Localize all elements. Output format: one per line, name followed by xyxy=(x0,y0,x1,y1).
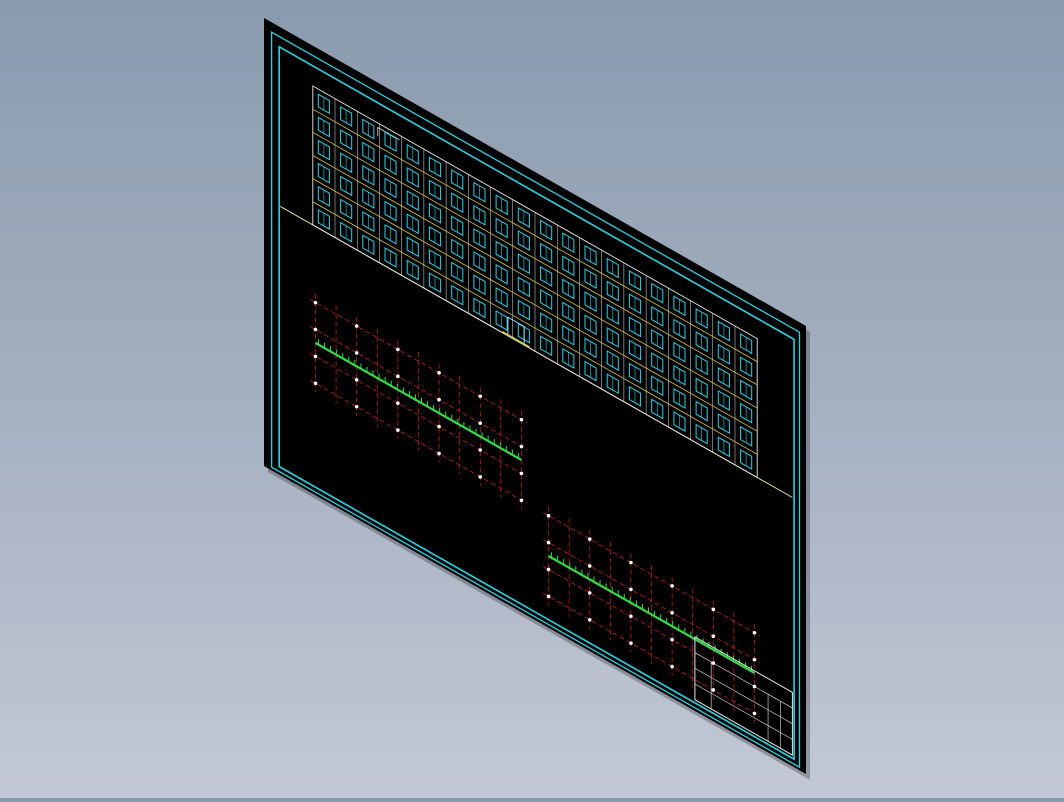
grid-node xyxy=(396,374,400,379)
grid-node xyxy=(711,607,716,612)
grid-node xyxy=(478,421,483,425)
grid-node xyxy=(519,498,524,503)
grid-node xyxy=(437,371,441,375)
grid-node xyxy=(437,397,441,402)
grid-node xyxy=(752,711,757,716)
grid-node xyxy=(629,587,633,592)
grid-node xyxy=(519,471,524,476)
grid-node xyxy=(396,347,400,352)
grid-node xyxy=(546,513,551,518)
grid-node xyxy=(478,448,483,452)
grid-node xyxy=(354,377,359,382)
grid-node xyxy=(587,591,592,595)
grid-node xyxy=(313,381,318,386)
grid-node xyxy=(546,540,551,545)
grid-node xyxy=(354,324,359,328)
grid-node xyxy=(546,567,551,572)
grid-node xyxy=(752,657,757,662)
grid-node xyxy=(478,394,483,399)
grid-node xyxy=(670,637,674,642)
grid-node xyxy=(313,327,318,332)
grid-node xyxy=(587,617,592,622)
grid-node xyxy=(519,417,524,422)
grid-node xyxy=(354,404,359,409)
grid-node xyxy=(629,641,633,645)
grid-node xyxy=(670,584,674,588)
grid-node xyxy=(437,424,441,429)
grid-node xyxy=(752,630,757,635)
grid-node xyxy=(354,351,359,355)
grid-node xyxy=(478,475,483,479)
grid-node xyxy=(313,354,318,359)
grid-node xyxy=(587,564,592,568)
cad-viewport[interactable] xyxy=(0,0,1064,798)
drawing-sheet xyxy=(264,18,806,774)
grid-node xyxy=(519,444,524,449)
grid-node xyxy=(629,560,633,565)
grid-node xyxy=(437,451,441,456)
grid-node xyxy=(711,688,716,692)
grid-node xyxy=(587,537,592,541)
grid-node xyxy=(313,300,318,305)
grid-node xyxy=(396,428,400,432)
grid-node xyxy=(396,401,400,405)
grid-node xyxy=(546,594,551,599)
drawing-canvas[interactable] xyxy=(0,0,1064,798)
grid-node xyxy=(670,611,674,615)
grid-node xyxy=(711,634,716,639)
grid-node xyxy=(629,614,633,619)
grid-node xyxy=(670,664,674,669)
